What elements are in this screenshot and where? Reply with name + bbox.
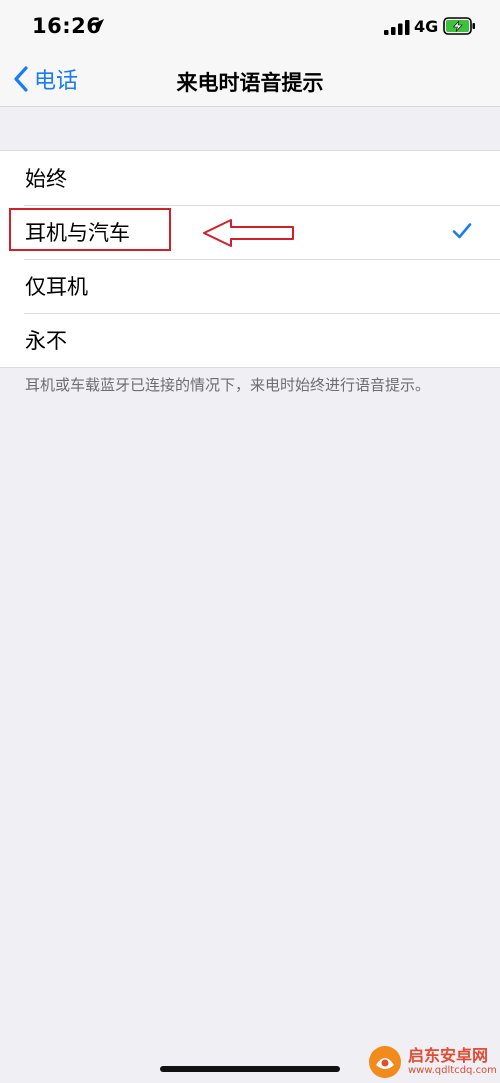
navigation-bar: 电话 来电时语音提示 (0, 52, 500, 107)
watermark-url: www.qdltcdq.com (408, 1064, 497, 1076)
option-label: 耳机与汽车 (25, 221, 130, 245)
cellular-signal-icon (384, 20, 410, 35)
option-label: 永不 (25, 329, 67, 353)
options-footer-note: 耳机或车载蓝牙已连接的情况下，来电时始终进行语音提示。 (25, 376, 431, 394)
watermark: 启东安卓网 www.qdltcdq.com (368, 1040, 500, 1083)
option-headphones-only[interactable]: 仅耳机 (0, 259, 500, 313)
option-label: 始终 (25, 167, 67, 191)
option-never[interactable]: 永不 (0, 313, 500, 367)
watermark-name: 启东安卓网 (408, 1046, 489, 1066)
home-indicator[interactable] (160, 1066, 340, 1072)
option-always[interactable]: 始终 (0, 151, 500, 205)
location-arrow-icon (92, 19, 104, 31)
option-label: 仅耳机 (25, 275, 88, 299)
page-title: 来电时语音提示 (176, 71, 324, 95)
watermark-logo-icon (369, 1045, 401, 1078)
announce-calls-options: 始终 耳机与汽车 仅耳机 永不 (0, 150, 500, 368)
watermark-text: 启东安卓网 www.qdltcdq.com (408, 1047, 497, 1076)
network-type-label: 4G (414, 17, 439, 36)
battery-charging-icon (443, 17, 475, 35)
status-bar: 16:26 4G (0, 0, 500, 52)
option-headphones-and-car[interactable]: 耳机与汽车 (0, 205, 500, 259)
checkmark-icon (452, 223, 472, 239)
